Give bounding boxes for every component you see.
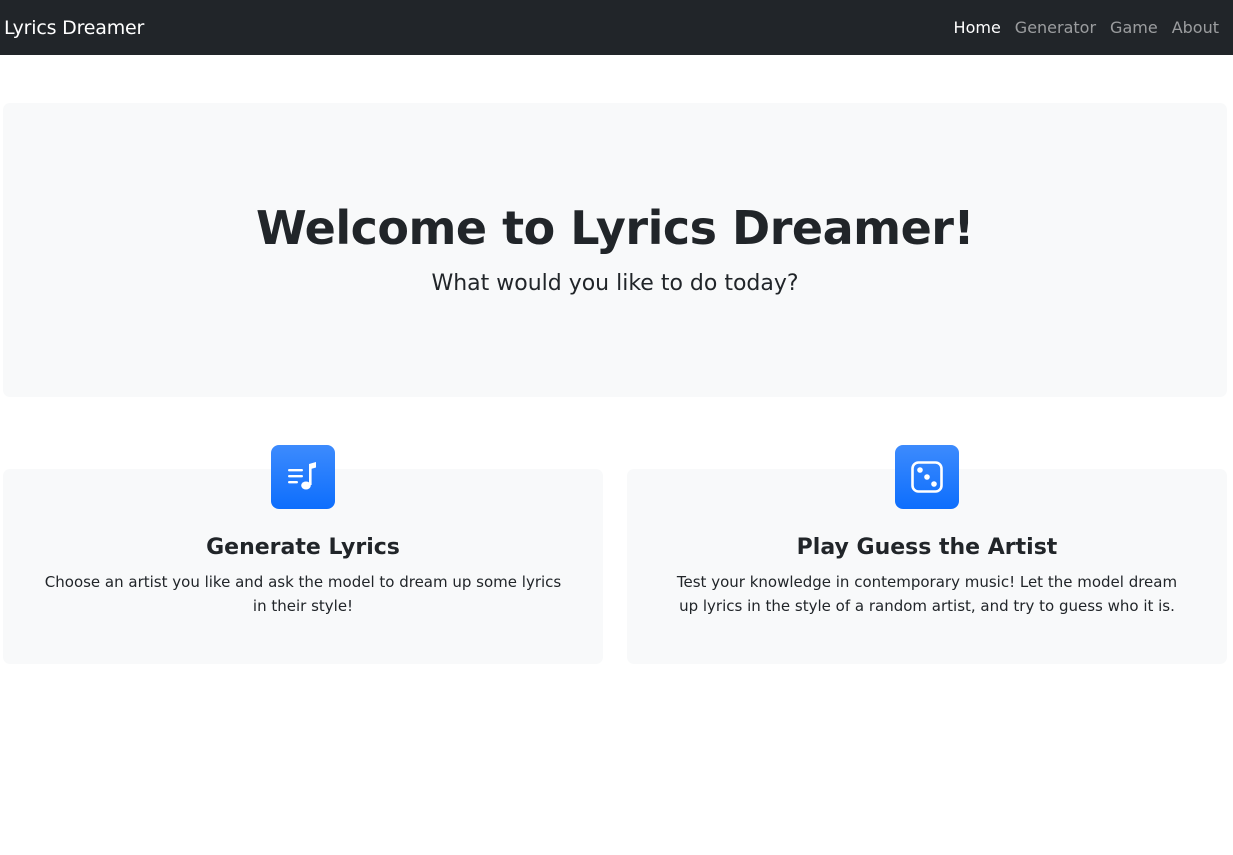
nav-link-generator[interactable]: Generator: [1015, 18, 1096, 37]
nav-link-home[interactable]: Home: [954, 18, 1001, 37]
nav-link-about[interactable]: About: [1172, 18, 1219, 37]
hero-title: Welcome to Lyrics Dreamer!: [256, 201, 974, 255]
music-note-list-icon[interactable]: [271, 445, 335, 509]
feature-description: Choose an artist you like and ask the mo…: [44, 573, 562, 615]
feature-card-generate: Generate Lyrics Choose an artist you lik…: [3, 445, 603, 664]
feature-description: Test your knowledge in contemporary musi…: [676, 573, 1178, 615]
feature-title: Generate Lyrics: [206, 535, 400, 560]
dice-icon[interactable]: [895, 445, 959, 509]
hero-subtitle: What would you like to do today?: [431, 271, 799, 296]
hero-section: Welcome to Lyrics Dreamer! What would yo…: [3, 103, 1227, 397]
brand-link[interactable]: Lyrics Dreamer: [4, 17, 144, 39]
navbar: Lyrics Dreamer Home Generator Game About: [0, 0, 1233, 55]
nav-links: Home Generator Game About: [940, 18, 1219, 37]
feature-card-game: Play Guess the Artist Test your knowledg…: [627, 445, 1227, 664]
nav-link-game[interactable]: Game: [1110, 18, 1158, 37]
feature-title: Play Guess the Artist: [796, 535, 1058, 560]
